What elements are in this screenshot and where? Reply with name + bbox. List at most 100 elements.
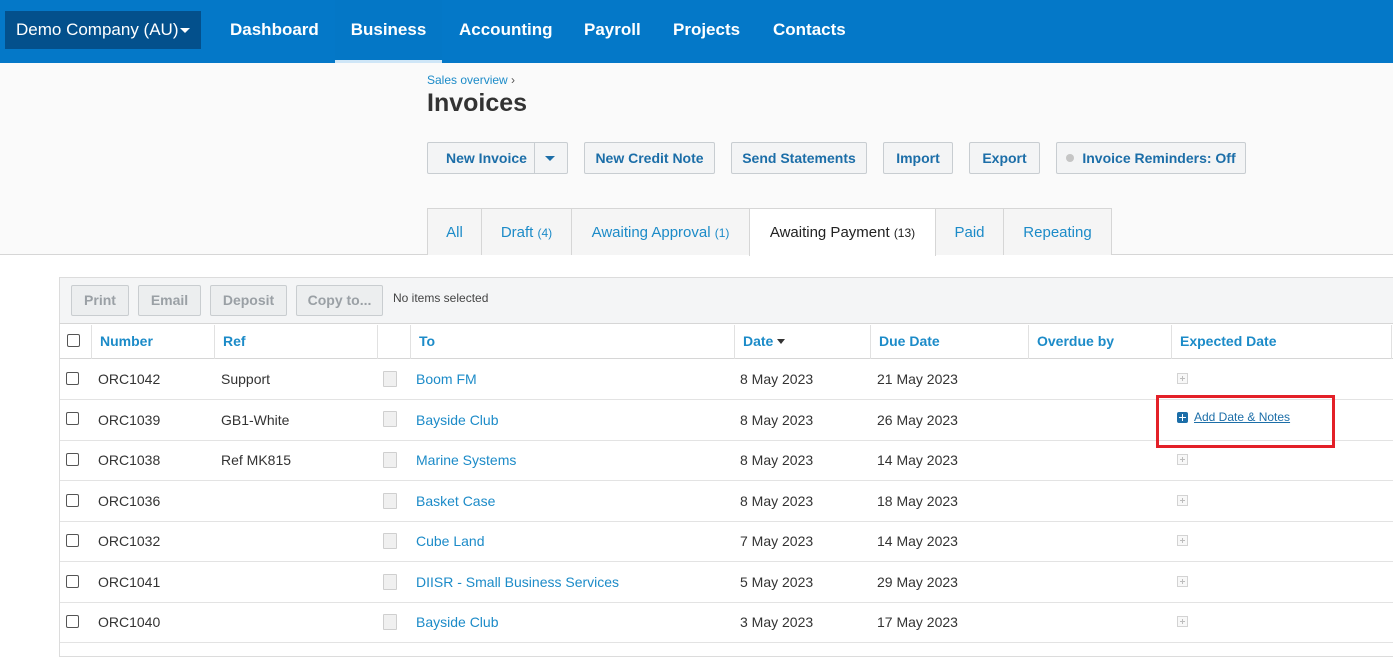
- contact-link[interactable]: DIISR - Small Business Services: [416, 574, 619, 590]
- column-divider: [377, 325, 378, 359]
- due-date: 17 May 2023: [877, 614, 958, 630]
- invoice-date: 7 May 2023: [740, 533, 814, 549]
- document-icon: [383, 614, 397, 630]
- contact-link[interactable]: Cube Land: [416, 533, 485, 549]
- add-expected-date-icon[interactable]: [1177, 616, 1188, 627]
- row-checkbox[interactable]: [66, 494, 79, 507]
- tab-count: (13): [893, 226, 916, 240]
- contact-link[interactable]: Bayside Club: [416, 614, 499, 630]
- import-button[interactable]: Import: [883, 142, 953, 174]
- column-to[interactable]: To: [419, 325, 435, 359]
- invoice-date: 8 May 2023: [740, 452, 814, 468]
- row-checkbox[interactable]: [66, 534, 79, 547]
- tab-label: All: [446, 224, 463, 241]
- table-row[interactable]: ORC1032 Cube Land 7 May 2023 14 May 2023: [60, 521, 1393, 562]
- add-expected-date-icon[interactable]: [1177, 576, 1188, 587]
- nav-contacts[interactable]: Contacts: [773, 0, 846, 63]
- row-checkbox[interactable]: [66, 575, 79, 588]
- invoice-ref: Ref MK815: [221, 452, 292, 468]
- nav-dashboard[interactable]: Dashboard: [230, 0, 319, 63]
- tab-paid[interactable]: Paid: [935, 208, 1004, 255]
- new-credit-note-button[interactable]: New Credit Note: [584, 142, 715, 174]
- document-icon: [383, 452, 397, 468]
- tab-all[interactable]: All: [427, 208, 482, 255]
- add-expected-date-icon[interactable]: [1177, 535, 1188, 546]
- contact-link[interactable]: Boom FM: [416, 371, 477, 387]
- column-date[interactable]: Date: [743, 325, 786, 359]
- organisation-switcher[interactable]: Demo Company (AU): [5, 11, 201, 49]
- row-checkbox[interactable]: [66, 412, 79, 425]
- add-expected-date-icon[interactable]: [1177, 454, 1188, 465]
- tab-draft[interactable]: Draft (4): [481, 208, 572, 255]
- column-overdue-by[interactable]: Overdue by: [1037, 325, 1114, 359]
- tab-awaiting-payment[interactable]: Awaiting Payment (13): [749, 208, 936, 256]
- add-expected-date-icon[interactable]: [1177, 373, 1188, 384]
- deposit-button[interactable]: Deposit: [210, 285, 287, 316]
- column-date-label: Date: [743, 333, 774, 349]
- table-row[interactable]: ORC1041 DIISR - Small Business Services …: [60, 562, 1393, 603]
- tab-label: Repeating: [1023, 224, 1092, 241]
- due-date: 21 May 2023: [877, 371, 958, 387]
- invoice-reminders-label: Invoice Reminders: Off: [1082, 150, 1236, 166]
- invoice-number: ORC1042: [98, 371, 161, 387]
- contact-link[interactable]: Marine Systems: [416, 452, 516, 468]
- email-button[interactable]: Email: [138, 285, 201, 316]
- nav-business[interactable]: Business: [335, 0, 442, 63]
- column-number[interactable]: Number: [100, 325, 153, 359]
- nav-projects[interactable]: Projects: [673, 0, 740, 63]
- table-row[interactable]: ORC1036 Basket Case 8 May 2023 18 May 20…: [60, 481, 1393, 522]
- row-checkbox[interactable]: [66, 615, 79, 628]
- table-row[interactable]: ORC1042 Support Boom FM 8 May 2023 21 Ma…: [60, 359, 1393, 400]
- due-date: 26 May 2023: [877, 412, 958, 428]
- contact-link[interactable]: Basket Case: [416, 493, 495, 509]
- invoice-ref: GB1-White: [221, 412, 290, 428]
- invoice-number: ORC1036: [98, 493, 161, 509]
- column-divider: [734, 325, 735, 359]
- chevron-down-icon[interactable]: [545, 156, 555, 161]
- invoice-date: 5 May 2023: [740, 574, 814, 590]
- document-icon: [383, 533, 397, 549]
- new-invoice-label: New Invoice: [446, 150, 527, 166]
- select-all-checkbox[interactable]: [67, 334, 80, 347]
- nav-accounting[interactable]: Accounting: [459, 0, 553, 63]
- tab-count: (4): [537, 226, 553, 240]
- row-checkbox[interactable]: [66, 453, 79, 466]
- table-row[interactable]: ORC1040 Bayside Club 3 May 2023 17 May 2…: [60, 602, 1393, 643]
- due-date: 14 May 2023: [877, 533, 958, 549]
- invoice-date: 8 May 2023: [740, 493, 814, 509]
- invoice-reminders-button[interactable]: Invoice Reminders: Off: [1056, 142, 1246, 174]
- status-dot-icon: [1066, 154, 1075, 162]
- column-due-date[interactable]: Due Date: [879, 325, 940, 359]
- column-divider: [410, 325, 411, 359]
- invoice-number: ORC1032: [98, 533, 161, 549]
- tab-label: Awaiting Payment: [769, 224, 890, 241]
- selection-status: No items selected: [393, 291, 489, 305]
- row-checkbox[interactable]: [66, 372, 79, 385]
- column-divider: [214, 325, 215, 359]
- export-button[interactable]: Export: [969, 142, 1040, 174]
- tab-label: Awaiting Approval: [591, 224, 711, 241]
- tab-repeating[interactable]: Repeating: [1003, 208, 1112, 255]
- invoice-number: ORC1038: [98, 452, 161, 468]
- print-button[interactable]: Print: [71, 285, 129, 316]
- due-date: 18 May 2023: [877, 493, 958, 509]
- column-ref[interactable]: Ref: [223, 325, 246, 359]
- add-expected-date-icon[interactable]: [1177, 495, 1188, 506]
- contact-link[interactable]: Bayside Club: [416, 412, 499, 428]
- breadcrumb-sales-overview[interactable]: Sales overview: [427, 73, 508, 87]
- column-divider: [1171, 325, 1172, 359]
- send-statements-button[interactable]: Send Statements: [731, 142, 867, 174]
- tab-label: Paid: [954, 224, 985, 241]
- tab-awaiting-approval[interactable]: Awaiting Approval (1): [571, 208, 750, 255]
- document-icon: [383, 411, 397, 427]
- highlight-box: [1156, 395, 1335, 448]
- nav-payroll[interactable]: Payroll: [584, 0, 641, 63]
- tab-label: Draft: [500, 224, 534, 241]
- column-divider: [1028, 325, 1029, 359]
- invoice-date: 8 May 2023: [740, 412, 814, 428]
- column-expected-date[interactable]: Expected Date: [1180, 325, 1276, 359]
- page-title: Invoices: [427, 89, 528, 117]
- new-invoice-button[interactable]: New Invoice: [427, 142, 568, 174]
- copy-to-button[interactable]: Copy to...: [296, 285, 383, 316]
- document-icon: [383, 493, 397, 509]
